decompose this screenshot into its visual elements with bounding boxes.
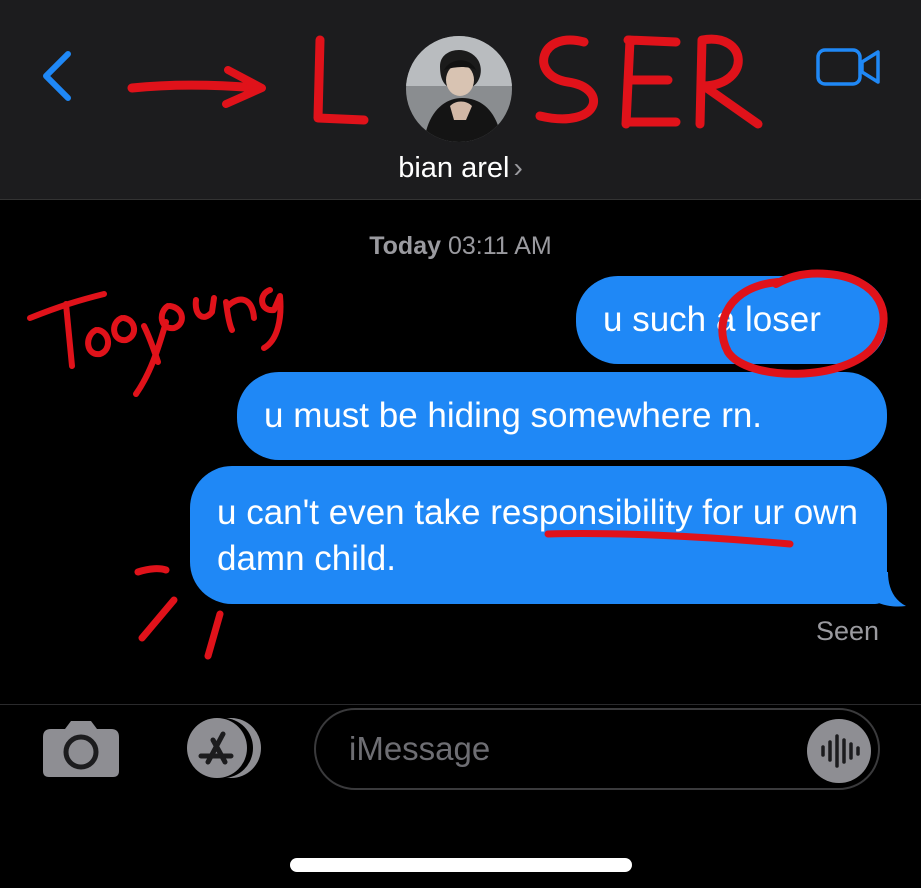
video-camera-icon <box>816 48 880 86</box>
chevron-right-icon: › <box>513 152 523 183</box>
app-store-icon <box>187 718 261 778</box>
message-input-placeholder: iMessage <box>349 730 491 767</box>
composer-divider <box>0 704 921 705</box>
audio-message-button[interactable] <box>806 718 872 784</box>
contact-name: bian arel <box>398 152 510 184</box>
message-text: u must be hiding somewhere rn. <box>264 396 763 435</box>
contact-avatar[interactable] <box>406 36 512 142</box>
contact-name-button[interactable]: bian arel › <box>0 152 921 185</box>
chevron-left-icon <box>43 51 71 101</box>
app-store-button[interactable] <box>173 716 265 780</box>
timestamp-time: 03:11 AM <box>447 232 552 260</box>
camera-button[interactable] <box>41 717 121 779</box>
message-bubble[interactable]: u must be hiding somewhere rn. <box>237 372 887 460</box>
message-timestamp: Today 03:11 AM <box>0 232 921 261</box>
message-bubble[interactable]: u can't even take responsibility for ur … <box>190 466 887 604</box>
timestamp-day: Today <box>369 232 442 260</box>
facetime-video-button[interactable] <box>814 44 884 90</box>
avatar-photo <box>406 36 512 142</box>
back-button[interactable] <box>36 44 80 108</box>
audio-waveform-icon <box>807 719 871 783</box>
message-text: u can't even take responsibility for ur … <box>217 493 858 578</box>
message-bubble[interactable]: u such a loser <box>576 276 887 364</box>
bubble-tail <box>868 572 906 607</box>
annotation-too-young <box>27 287 284 397</box>
read-receipt: Seen <box>816 616 880 646</box>
message-input[interactable]: iMessage <box>314 708 880 790</box>
home-indicator <box>290 858 632 872</box>
conversation-header: bian arel › <box>0 0 921 200</box>
message-text: u such a loser <box>603 300 821 339</box>
camera-icon <box>43 721 119 777</box>
